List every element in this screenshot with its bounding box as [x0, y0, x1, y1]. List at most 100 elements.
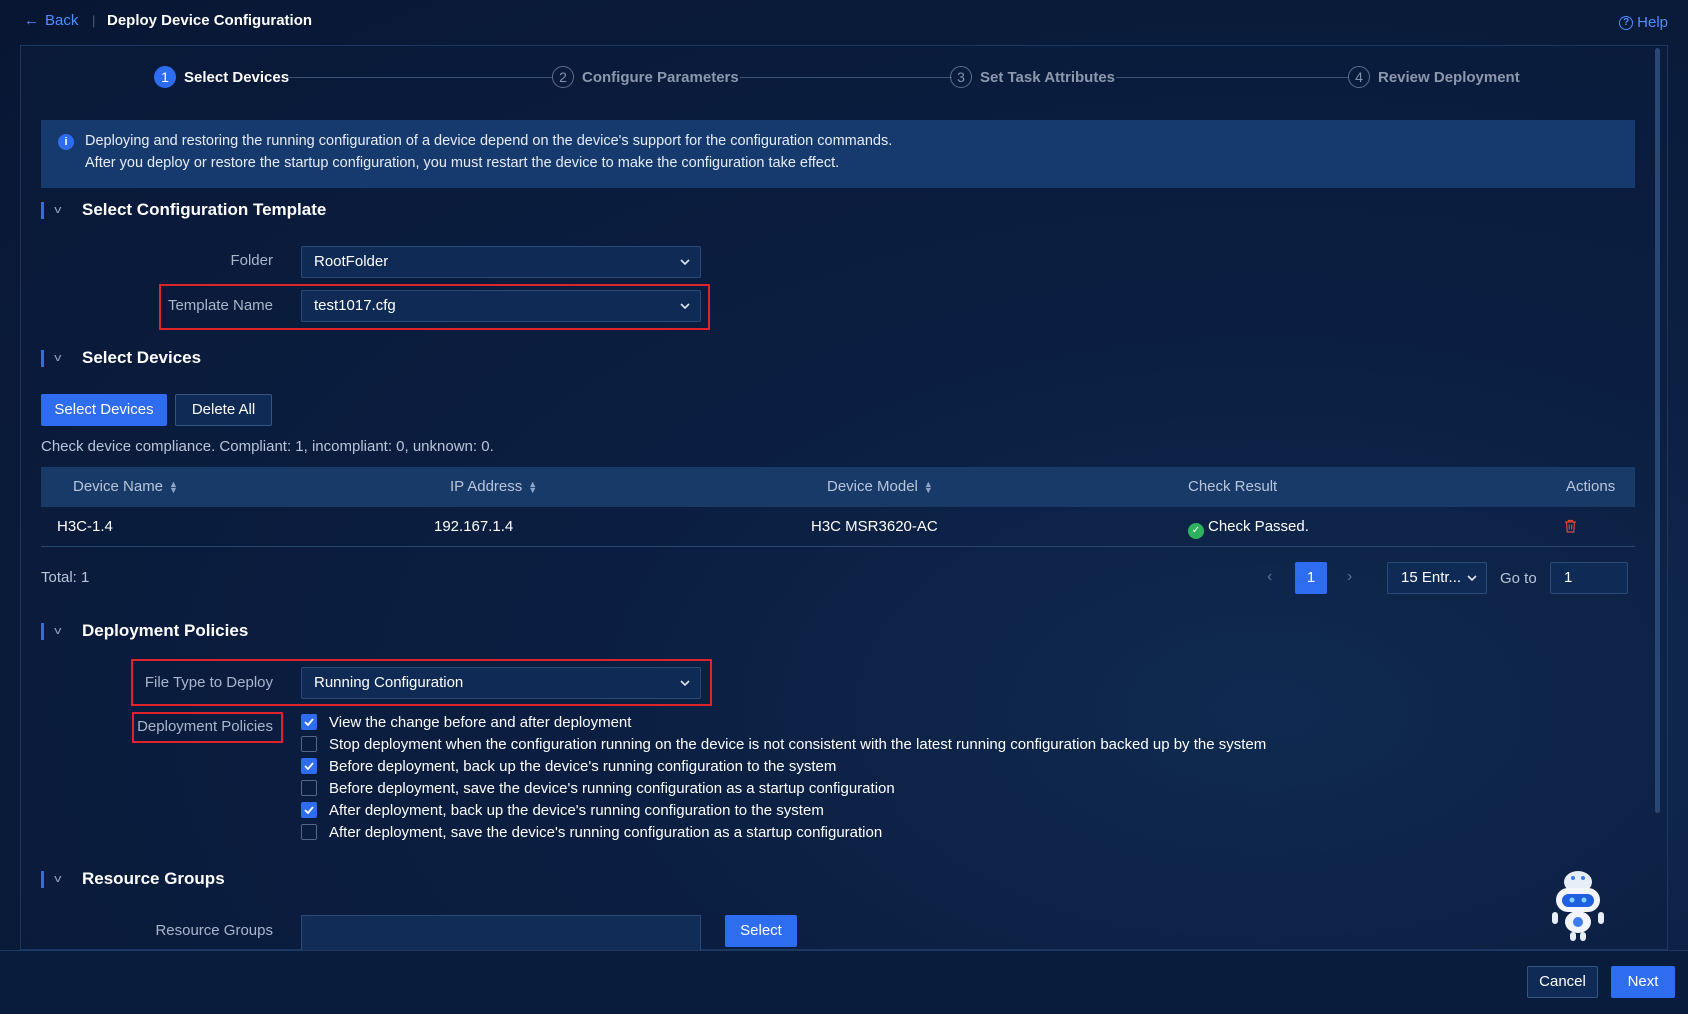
next-button[interactable]: Next	[1611, 966, 1675, 998]
step-review-deployment[interactable]: 4 Review Deployment	[1348, 66, 1520, 88]
section-marker	[41, 349, 44, 367]
prev-page-icon[interactable]: ‹	[1267, 568, 1272, 586]
section-config-template[interactable]: v Select Configuration Template	[41, 200, 326, 220]
back-link[interactable]: ← Back	[24, 12, 78, 29]
assistant-robot-icon[interactable]	[1548, 868, 1608, 944]
help-label: Help	[1637, 14, 1668, 31]
policy-option-label: After deployment, save the device's runn…	[329, 823, 883, 841]
column-label: Actions	[1566, 478, 1616, 495]
check-result-text: Check Passed.	[1208, 518, 1309, 535]
folder-select[interactable]: RootFolder	[301, 246, 701, 278]
deployment-policies-label: Deployment Policies	[137, 718, 273, 735]
step-number: 4	[1348, 66, 1370, 88]
help-icon: ?	[1619, 15, 1634, 30]
column-device-model[interactable]: Device Model ▲ ▼	[827, 478, 933, 495]
policy-option-save-startup-before[interactable]: Before deployment, save the device's run…	[301, 778, 895, 798]
step-number: 3	[950, 66, 972, 88]
policy-option-label: Before deployment, save the device's run…	[329, 779, 895, 797]
page-number-button[interactable]: 1	[1295, 562, 1327, 594]
column-label: Device Model	[827, 478, 918, 495]
page-size-select[interactable]: 15 Entr...	[1387, 562, 1487, 594]
footer-bar: Cancel Next	[0, 950, 1688, 1014]
checkbox-checked[interactable]	[301, 758, 317, 774]
section-marker	[41, 870, 44, 888]
table-header: Device Name ▲ ▼ IP Address ▲ ▼ Device Mode…	[41, 467, 1635, 507]
goto-label: Go to	[1500, 570, 1537, 587]
page-title: Deploy Device Configuration	[107, 12, 313, 29]
template-name-label: Template Name	[167, 297, 273, 314]
step-connector	[740, 77, 952, 78]
step-connector	[1116, 77, 1348, 78]
step-number: 2	[552, 66, 574, 88]
checkbox-checked[interactable]	[301, 714, 317, 730]
vertical-scrollbar[interactable]	[1655, 48, 1660, 813]
chevron-down-icon: v	[54, 352, 62, 364]
sort-icon: ▲ ▼	[923, 478, 933, 495]
checkbox-unchecked[interactable]	[301, 736, 317, 752]
policy-option-stop-inconsistent[interactable]: Stop deployment when the configuration r…	[301, 734, 1266, 754]
column-ip-address[interactable]: IP Address ▲ ▼	[450, 478, 537, 495]
arrow-left-icon: ←	[24, 12, 39, 29]
step-connector	[285, 77, 553, 78]
policy-option-backup-before[interactable]: Before deployment, back up the device's …	[301, 756, 836, 776]
wizard-steps: 1 Select Devices 2 Configure Parameters …	[154, 66, 1534, 90]
step-label: Configure Parameters	[582, 68, 739, 86]
step-select-devices[interactable]: 1 Select Devices	[154, 66, 289, 88]
section-title: Deployment Policies	[82, 621, 249, 640]
info-icon: i	[58, 134, 74, 150]
chevron-down-icon	[1467, 575, 1477, 582]
check-circle-icon: ✓	[1188, 523, 1204, 539]
column-device-name[interactable]: Device Name ▲ ▼	[73, 478, 178, 495]
next-page-icon[interactable]: ›	[1347, 568, 1352, 586]
cell-ip-address: 192.167.1.4	[434, 518, 514, 535]
checkbox-unchecked[interactable]	[301, 824, 317, 840]
chevron-down-icon: v	[54, 873, 62, 885]
page-size-value: 15 Entr...	[1401, 569, 1462, 586]
step-set-task-attributes[interactable]: 3 Set Task Attributes	[950, 66, 1115, 88]
section-marker	[41, 622, 44, 640]
delete-icon[interactable]	[1564, 519, 1577, 533]
sort-icon: ▲ ▼	[169, 478, 178, 495]
folder-label: Folder	[230, 252, 273, 269]
help-link[interactable]: ? Help	[1619, 14, 1668, 31]
template-name-select[interactable]: test1017.cfg	[301, 290, 701, 322]
step-number: 1	[154, 66, 176, 88]
compliance-summary: Check device compliance. Compliant: 1, i…	[41, 438, 494, 455]
section-select-devices[interactable]: v Select Devices	[41, 348, 201, 368]
section-deployment-policies[interactable]: v Deployment Policies	[41, 621, 248, 641]
folder-select-value: RootFolder	[314, 253, 389, 270]
checkbox-checked[interactable]	[301, 802, 317, 818]
policy-option-save-startup-after[interactable]: After deployment, save the device's runn…	[301, 822, 882, 842]
section-title: Resource Groups	[82, 869, 225, 888]
policy-option-label: After deployment, back up the device's r…	[329, 801, 824, 819]
select-devices-button[interactable]: Select Devices	[41, 394, 167, 426]
section-resource-groups[interactable]: v Resource Groups	[41, 869, 225, 889]
policy-option-label: Before deployment, back up the device's …	[329, 757, 837, 775]
resource-select-button[interactable]: Select	[725, 915, 797, 947]
resource-groups-input[interactable]	[301, 915, 701, 953]
step-label: Select Devices	[184, 68, 290, 86]
sort-icon: ▲ ▼	[528, 478, 538, 495]
policy-option-backup-after[interactable]: After deployment, back up the device's r…	[301, 800, 824, 820]
column-label: IP Address	[450, 478, 523, 495]
policy-option-view-change[interactable]: View the change before and after deploym…	[301, 712, 631, 732]
delete-all-button[interactable]: Delete All	[175, 394, 272, 426]
chevron-down-icon	[680, 259, 690, 266]
section-title: Select Configuration Template	[82, 200, 327, 219]
column-label: Device Name	[73, 478, 164, 495]
column-label: Check Result	[1188, 478, 1278, 495]
chevron-down-icon	[680, 303, 690, 310]
step-configure-parameters[interactable]: 2 Configure Parameters	[552, 66, 739, 88]
chevron-down-icon	[680, 680, 690, 687]
policy-option-label: Stop deployment when the configuration r…	[329, 735, 1267, 753]
resource-groups-label: Resource Groups	[155, 922, 273, 939]
file-type-select[interactable]: Running Configuration	[301, 667, 701, 699]
top-bar: ← Back | Deploy Device Configuration ? H…	[0, 0, 1688, 44]
cell-device-name: H3C-1.4	[57, 518, 113, 535]
checkbox-unchecked[interactable]	[301, 780, 317, 796]
section-marker	[41, 201, 44, 219]
column-check-result: Check Result	[1188, 478, 1277, 495]
info-banner: i Deploying and restoring the running co…	[41, 120, 1635, 188]
goto-page-input[interactable]: 1	[1550, 562, 1628, 594]
cancel-button[interactable]: Cancel	[1527, 966, 1598, 998]
